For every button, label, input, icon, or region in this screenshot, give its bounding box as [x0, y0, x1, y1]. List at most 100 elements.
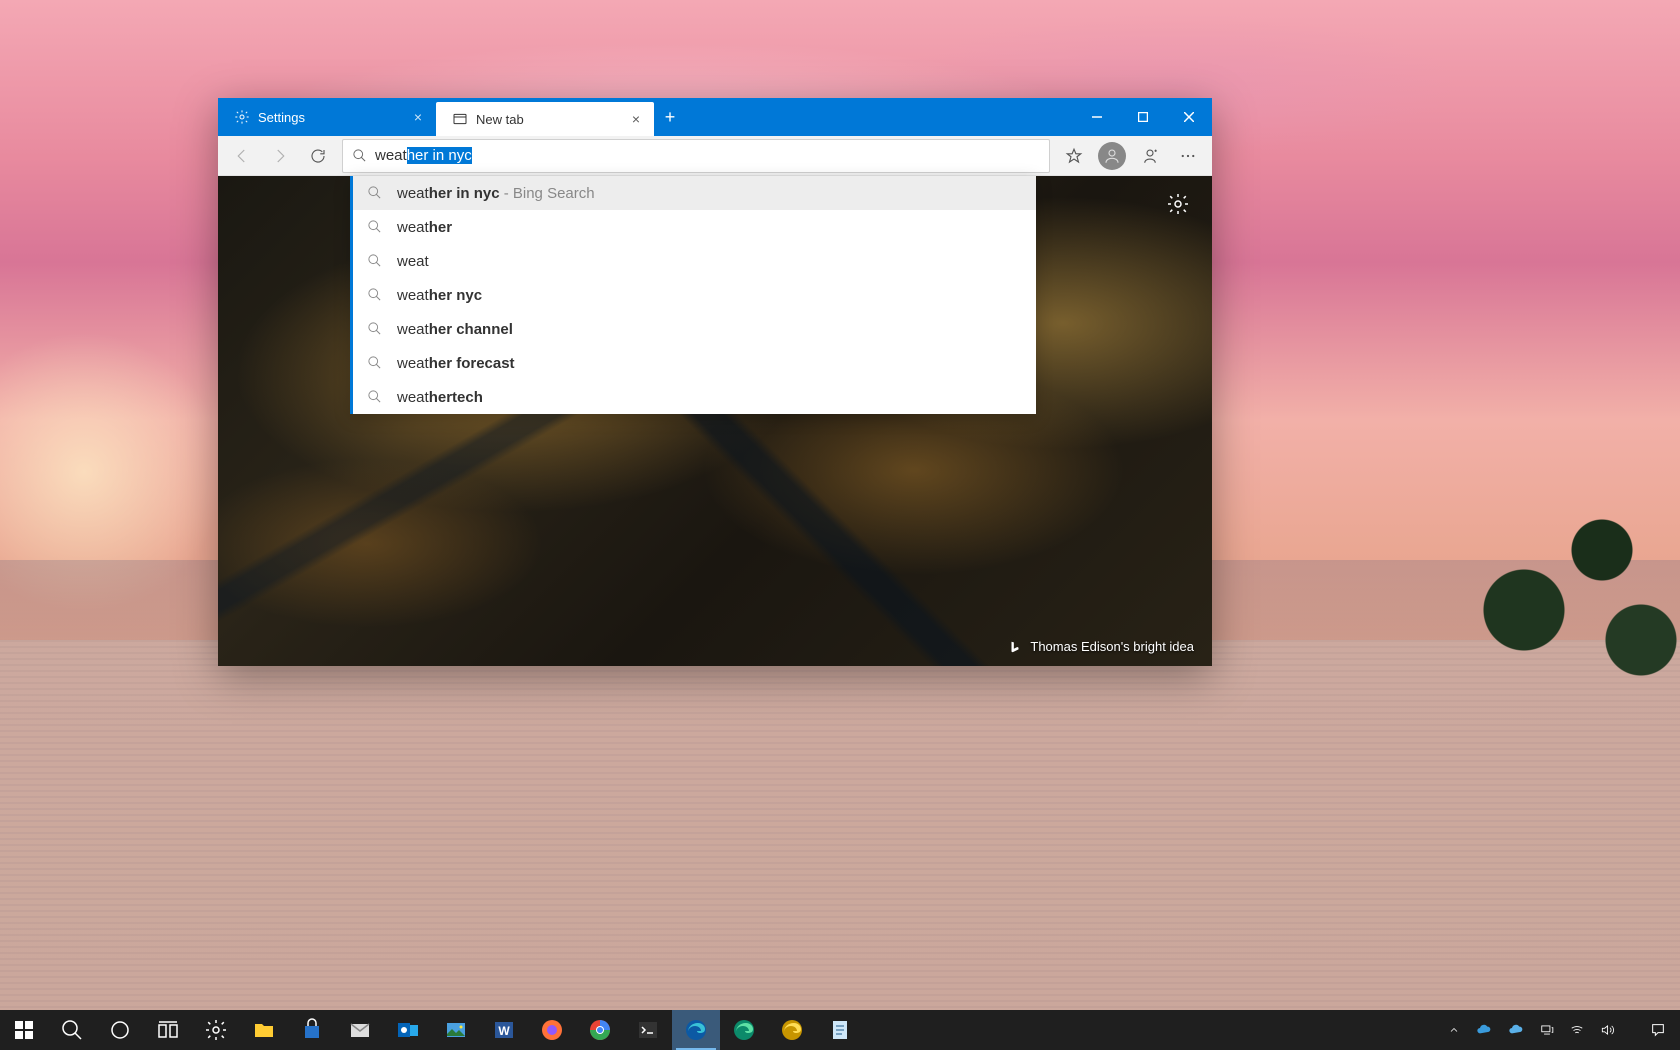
- newtab-icon: [452, 111, 468, 127]
- forward-button[interactable]: [262, 138, 298, 174]
- network-icon[interactable]: [1562, 1010, 1592, 1050]
- suggestion-item[interactable]: weather forecast: [353, 346, 1036, 380]
- collections-button[interactable]: [1132, 138, 1168, 174]
- taskview-icon: [156, 1018, 180, 1042]
- project-icon[interactable]: [1532, 1010, 1562, 1050]
- taskbar-photos-icon[interactable]: [432, 1010, 480, 1050]
- search-icon: [367, 219, 383, 235]
- more-button[interactable]: [1170, 138, 1206, 174]
- taskbar-word-icon[interactable]: W: [480, 1010, 528, 1050]
- refresh-button[interactable]: [300, 138, 336, 174]
- suggestion-item[interactable]: weather: [353, 210, 1036, 244]
- bing-caption-text: Thomas Edison's bright idea: [1030, 639, 1194, 654]
- suggestion-text: weather nyc: [397, 287, 482, 304]
- svg-text:W: W: [498, 1024, 510, 1038]
- browser-window: Settings × New tab × +: [218, 98, 1212, 666]
- tab-newtab[interactable]: New tab ×: [436, 102, 654, 136]
- tab-label: New tab: [476, 112, 620, 127]
- edge-canary-icon: [780, 1018, 804, 1042]
- bing-icon: [1008, 640, 1022, 654]
- browser-titlebar: Settings × New tab × +: [218, 98, 1212, 136]
- address-typed: weat: [375, 147, 407, 164]
- chrome-icon: [588, 1018, 612, 1042]
- volume-icon[interactable]: [1592, 1010, 1622, 1050]
- word-icon: W: [492, 1018, 516, 1042]
- suggestion-item[interactable]: weather channel: [353, 312, 1036, 346]
- taskbar-search-icon[interactable]: [48, 1010, 96, 1050]
- notepad-icon: [828, 1018, 852, 1042]
- taskbar-outlook-icon[interactable]: [384, 1010, 432, 1050]
- taskbar-settings-icon[interactable]: [192, 1010, 240, 1050]
- suggestion-item[interactable]: weat: [353, 244, 1036, 278]
- outlook-icon: [396, 1018, 420, 1042]
- taskbar-explorer-icon[interactable]: [240, 1010, 288, 1050]
- weather-tray-icon[interactable]: [1500, 1010, 1532, 1050]
- taskbar-start-icon[interactable]: [0, 1010, 48, 1050]
- suggestion-item[interactable]: weather nyc: [353, 278, 1036, 312]
- taskbar-notepad-icon[interactable]: [816, 1010, 864, 1050]
- suggestion-text: weather: [397, 219, 452, 236]
- search-icon: [367, 287, 383, 303]
- minimize-button[interactable]: [1074, 98, 1120, 136]
- system-tray: [1440, 1010, 1680, 1050]
- taskbar-mail-icon[interactable]: [336, 1010, 384, 1050]
- taskbar-store-icon[interactable]: [288, 1010, 336, 1050]
- gear-icon[interactable]: [1166, 192, 1190, 216]
- store-icon: [300, 1018, 324, 1042]
- suggestion-item[interactable]: weathertech: [353, 380, 1036, 414]
- window-controls: [1074, 98, 1212, 136]
- address-autocomplete-selection: her in nyc: [407, 147, 472, 164]
- edge-icon: [684, 1018, 708, 1042]
- cortana-icon: [108, 1018, 132, 1042]
- search-icon: [343, 148, 375, 163]
- search-icon: [367, 389, 383, 405]
- gear-icon: [234, 109, 250, 125]
- search-icon: [367, 321, 383, 337]
- terminal-icon: [636, 1018, 660, 1042]
- taskbar-cortana-icon[interactable]: [96, 1010, 144, 1050]
- search-icon: [367, 253, 383, 269]
- explorer-icon: [252, 1018, 276, 1042]
- suggestion-text: weather in nyc - Bing Search: [397, 185, 595, 202]
- plus-icon: +: [665, 107, 676, 128]
- firefox-icon: [540, 1018, 564, 1042]
- tray-clock[interactable]: [1622, 1010, 1642, 1050]
- taskbar-edge-beta-icon[interactable]: [720, 1010, 768, 1050]
- taskbar-edge-icon[interactable]: [672, 1010, 720, 1050]
- start-icon: [12, 1018, 36, 1042]
- close-icon[interactable]: ×: [410, 109, 426, 125]
- edge-beta-icon: [732, 1018, 756, 1042]
- tab-label: Settings: [258, 110, 402, 125]
- suggestion-text: weather channel: [397, 321, 513, 338]
- tray-overflow-button[interactable]: [1440, 1010, 1468, 1050]
- mail-icon: [348, 1018, 372, 1042]
- taskbar-chrome-icon[interactable]: [576, 1010, 624, 1050]
- address-suggestions: weather in nyc - Bing Search weather weat w…: [350, 176, 1036, 414]
- profile-avatar[interactable]: [1098, 142, 1126, 170]
- bing-caption[interactable]: Thomas Edison's bright idea: [1008, 639, 1194, 654]
- suggestion-text: weathertech: [397, 389, 483, 406]
- action-center-button[interactable]: [1642, 1010, 1674, 1050]
- settings-icon: [204, 1018, 228, 1042]
- address-bar[interactable]: weather in nyc: [342, 139, 1050, 173]
- taskbar-terminal-icon[interactable]: [624, 1010, 672, 1050]
- address-text: weather in nyc: [375, 147, 1049, 164]
- new-tab-button[interactable]: +: [654, 98, 686, 136]
- favorites-button[interactable]: [1056, 138, 1092, 174]
- suggestion-item[interactable]: weather in nyc - Bing Search: [353, 176, 1036, 210]
- suggestion-text: weather forecast: [397, 355, 515, 372]
- browser-toolbar: weather in nyc: [218, 136, 1212, 176]
- onedrive-icon[interactable]: [1468, 1010, 1500, 1050]
- taskbar-firefox-icon[interactable]: [528, 1010, 576, 1050]
- show-desktop-button[interactable]: [1674, 1010, 1680, 1050]
- back-button[interactable]: [224, 138, 260, 174]
- search-icon: [60, 1018, 84, 1042]
- maximize-button[interactable]: [1120, 98, 1166, 136]
- photos-icon: [444, 1018, 468, 1042]
- close-icon[interactable]: ×: [628, 111, 644, 127]
- taskbar-taskview-icon[interactable]: [144, 1010, 192, 1050]
- close-window-button[interactable]: [1166, 98, 1212, 136]
- desktop-wallpaper-water: [0, 640, 1680, 1010]
- taskbar-edge-canary-icon[interactable]: [768, 1010, 816, 1050]
- tab-settings[interactable]: Settings ×: [218, 98, 436, 136]
